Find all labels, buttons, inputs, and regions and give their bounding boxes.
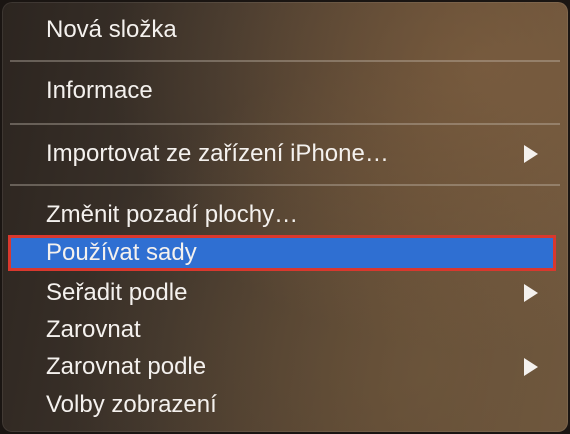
menu-item-label: Volby zobrazení — [46, 391, 217, 418]
menu-item-label: Používat sady — [46, 239, 197, 266]
menu-item-label: Nová složka — [46, 16, 177, 43]
submenu-arrow-icon — [524, 358, 538, 376]
menu-separator — [10, 184, 560, 186]
menu-item-label: Importovat ze zařízení iPhone… — [46, 140, 389, 167]
menu-separator — [10, 123, 560, 125]
menu-separator — [10, 60, 560, 62]
menu-item-use-stacks[interactable]: Používat sady — [8, 235, 556, 271]
menu-item-align[interactable]: Zarovnat — [2, 312, 568, 348]
menu-item-change-wallpaper[interactable]: Změnit pozadí plochy… — [2, 197, 568, 233]
menu-item-new-folder[interactable]: Nová složka — [2, 12, 568, 48]
menu-item-label: Zarovnat — [46, 316, 141, 343]
menu-item-import-iphone[interactable]: Importovat ze zařízení iPhone… — [2, 136, 568, 172]
menu-item-align-by[interactable]: Zarovnat podle — [2, 349, 568, 385]
menu-item-label: Seřadit podle — [46, 279, 188, 306]
menu-item-sort-by[interactable]: Seřadit podle — [2, 275, 568, 311]
menu-item-info[interactable]: Informace — [2, 73, 568, 109]
menu-item-label: Změnit pozadí plochy… — [46, 201, 299, 228]
submenu-arrow-icon — [524, 145, 538, 163]
menu-item-view-options[interactable]: Volby zobrazení — [2, 387, 568, 423]
submenu-arrow-icon — [524, 284, 538, 302]
menu-item-label: Zarovnat podle — [46, 353, 207, 380]
menu-item-label: Informace — [46, 77, 153, 104]
context-menu: Nová složka Informace Importovat ze zaří… — [2, 2, 568, 432]
